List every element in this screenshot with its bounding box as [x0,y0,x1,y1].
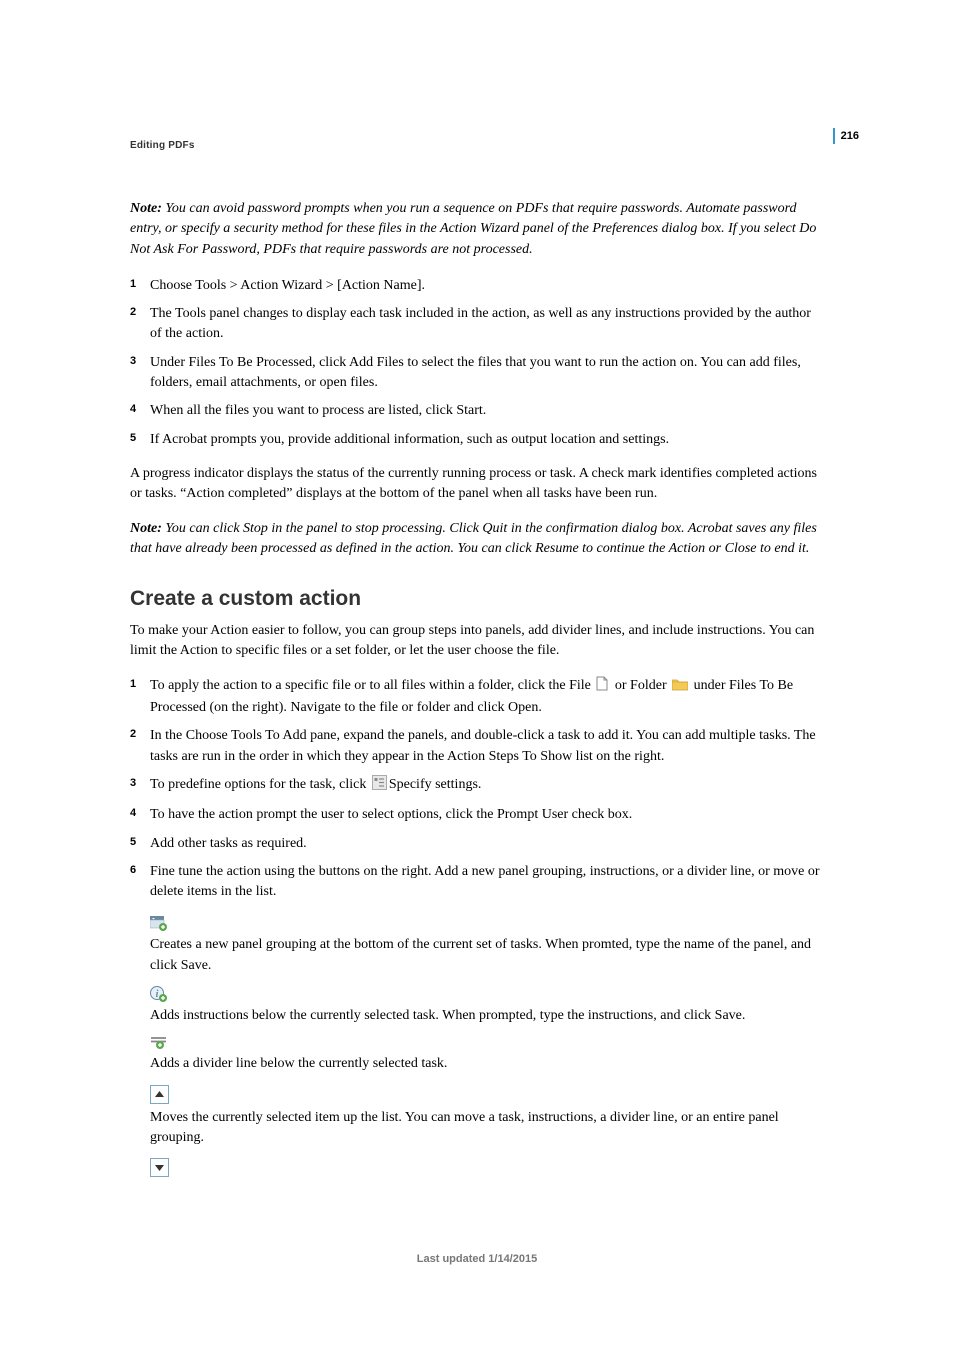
panel-group-icon [150,916,826,931]
note-password: Note: You can avoid password prompts whe… [130,199,826,260]
step-item: Under Files To Be Processed, click Add F… [130,353,826,394]
step-item: Choose Tools > Action Wizard > [Action N… [130,276,826,296]
step-text: To apply the action to a specific file o… [150,678,594,693]
step-item: When all the files you want to process a… [130,401,826,421]
step-text: or Folder [615,678,670,693]
move-up-icon [150,1085,826,1104]
add-instructions-icon: i [150,986,826,1002]
section-intro: To make your Action easier to follow, yo… [130,621,826,662]
custom-action-steps: To apply the action to a specific file o… [130,676,826,903]
step-item: In the Choose Tools To Add pane, expand … [130,726,826,767]
step-text: Specify settings. [389,777,482,792]
add-divider-icon [150,1036,826,1050]
specify-settings-icon [372,775,387,797]
step-item: If Acrobat prompts you, provide addition… [130,430,826,450]
section-title: Create a custom action [130,587,826,611]
note-stop: Note: You can click Stop in the panel to… [130,519,826,560]
panel-group-desc: Creates a new panel grouping at the bott… [150,935,826,976]
progress-body: A progress indicator displays the status… [130,464,826,505]
chapter-header: Editing PDFs [130,140,826,151]
step-item: The Tools panel changes to display each … [130,304,826,345]
add-divider-desc: Adds a divider line below the currently … [150,1054,826,1074]
step-item: Fine tune the action using the buttons o… [130,862,826,903]
note-label: Note: [130,201,162,216]
step-item: To have the action prompt the user to se… [130,805,826,825]
run-action-steps: Choose Tools > Action Wizard > [Action N… [130,276,826,450]
page-number: 216 [833,128,859,144]
step-item: To predefine options for the task, click… [130,775,826,797]
note-label: Note: [130,521,162,536]
move-up-desc: Moves the currently selected item up the… [150,1108,826,1149]
svg-text:i: i [156,989,159,1000]
note-text: You can avoid password prompts when you … [130,201,816,257]
folder-icon [672,678,688,698]
file-icon [596,676,609,698]
note-text: You can click Stop in the panel to stop … [130,521,817,556]
step-item: To apply the action to a specific file o… [130,676,826,719]
move-down-icon [150,1158,826,1177]
add-instructions-desc: Adds instructions below the currently se… [150,1006,826,1026]
footer-updated: Last updated 1/14/2015 [0,1253,954,1265]
step-text: To predefine options for the task, click [150,777,370,792]
step-item: Add other tasks as required. [130,834,826,854]
